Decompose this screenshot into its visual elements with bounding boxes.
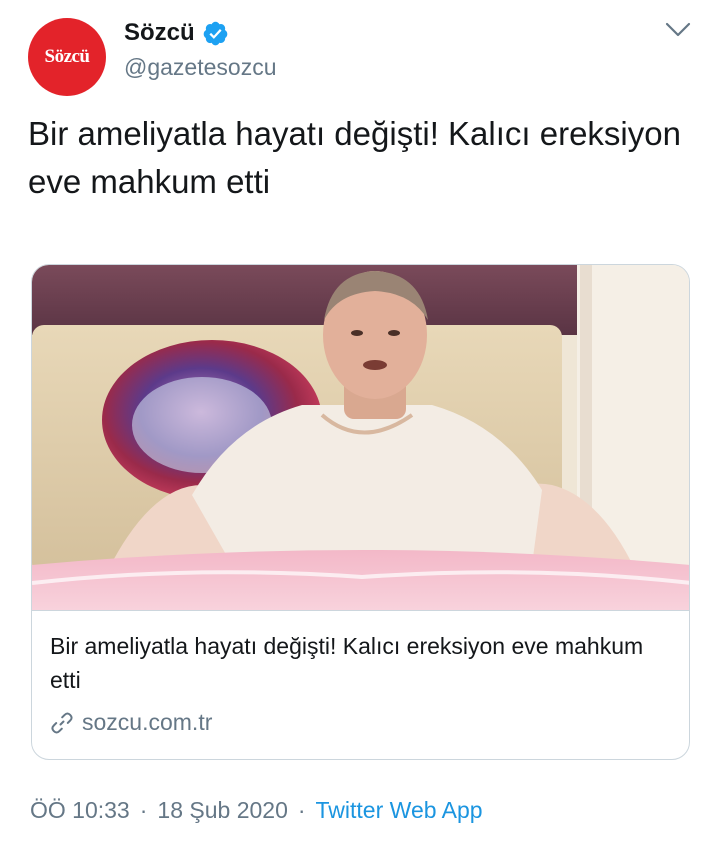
link-icon [51, 712, 73, 733]
card-domain-row[interactable]: sozcu.com.tr [50, 709, 673, 736]
avatar-logo-text: Sözcü [44, 46, 91, 67]
card-image[interactable] [32, 265, 690, 610]
tweet-meta: ÖÖ 10:33 · 18 Şub 2020 · Twitter Web App [30, 797, 483, 824]
chevron-down-icon[interactable] [664, 18, 692, 42]
handle[interactable]: @gazetesozcu [124, 54, 277, 81]
card-body[interactable]: Bir ameliyatla hayatı değişti! Kalıcı er… [32, 610, 689, 759]
card-domain[interactable]: sozcu.com.tr [82, 709, 212, 736]
tweet-date[interactable]: 18 Şub 2020 [157, 797, 287, 824]
meta-separator-2: · [297, 797, 306, 823]
link-card[interactable]: Bir ameliyatla hayatı değişti! Kalıcı er… [31, 264, 690, 760]
verified-badge-icon [203, 21, 227, 45]
meta-separator: · [139, 797, 148, 823]
avatar[interactable]: Sözcü [28, 18, 106, 96]
author-names: Sözcü @gazetesozcu [124, 16, 277, 81]
tweet-header: Sözcü Sözcü @gazetesozcu [28, 14, 692, 96]
tweet-text: Bir ameliyatla hayatı değişti! Kalıcı er… [28, 115, 681, 200]
tweet-time[interactable]: ÖÖ 10:33 [30, 797, 130, 824]
tweet-source[interactable]: Twitter Web App [316, 797, 483, 824]
card-title[interactable]: Bir ameliyatla hayatı değişti! Kalıcı er… [50, 629, 673, 697]
display-name[interactable]: Sözcü [124, 19, 195, 47]
name-row: Sözcü [124, 16, 277, 50]
